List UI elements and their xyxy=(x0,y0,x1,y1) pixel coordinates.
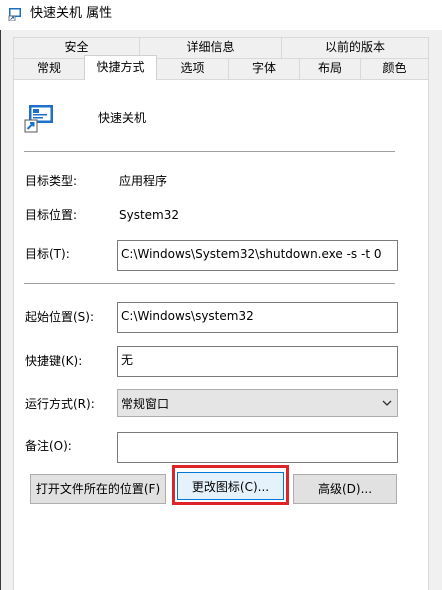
hotkey-label: 快捷键(K): xyxy=(25,354,83,368)
separator xyxy=(24,283,395,284)
tab-colors[interactable]: 颜色 xyxy=(360,58,429,79)
shortcut-tab-panel xyxy=(13,79,429,590)
advanced-button[interactable]: 高级(D)... xyxy=(293,474,397,504)
target-type-label: 目标类型: xyxy=(25,174,78,188)
target-label: 目标(T): xyxy=(25,247,70,261)
tab-font[interactable]: 字体 xyxy=(228,58,300,79)
comment-label: 备注(O): xyxy=(25,439,72,453)
shortcut-app-icon xyxy=(8,8,21,21)
run-mode-select[interactable]: 常规窗口 xyxy=(117,389,398,417)
start-in-field[interactable]: C:\Windows\system32 xyxy=(117,302,398,333)
target-location-value: System32 xyxy=(119,208,180,222)
shortcut-app-icon xyxy=(24,105,53,133)
tab-layout[interactable]: 布局 xyxy=(299,58,361,79)
change-icon-button[interactable]: 更改图标(C)... xyxy=(177,472,284,500)
start-in-label: 起始位置(S): xyxy=(25,310,95,324)
tab-general[interactable]: 常规 xyxy=(13,58,85,79)
target-type-value: 应用程序 xyxy=(119,174,168,188)
run-label: 运行方式(R): xyxy=(25,397,95,411)
window-title: 快速关机 属性 xyxy=(30,6,113,21)
hotkey-field[interactable]: 无 xyxy=(117,346,398,377)
tab-previous-versions[interactable]: 以前的版本 xyxy=(281,37,429,58)
target-location-label: 目标位置: xyxy=(25,208,78,222)
chevron-down-icon xyxy=(382,400,392,406)
open-file-location-button[interactable]: 打开文件所在的位置(F) xyxy=(30,474,166,504)
comment-field[interactable] xyxy=(117,432,398,463)
tab-options[interactable]: 选项 xyxy=(156,58,229,79)
shortcut-name: 快速关机 xyxy=(98,111,147,125)
tab-shortcut[interactable]: 快捷方式 xyxy=(84,55,157,80)
separator xyxy=(24,151,395,152)
target-field[interactable]: C:\Windows\System32\shutdown.exe -s -t 0 xyxy=(117,240,398,271)
tab-details[interactable]: 详细信息 xyxy=(139,37,282,58)
run-mode-value: 常规窗口 xyxy=(121,397,170,411)
title-bar: 快速关机 属性 xyxy=(0,0,442,30)
